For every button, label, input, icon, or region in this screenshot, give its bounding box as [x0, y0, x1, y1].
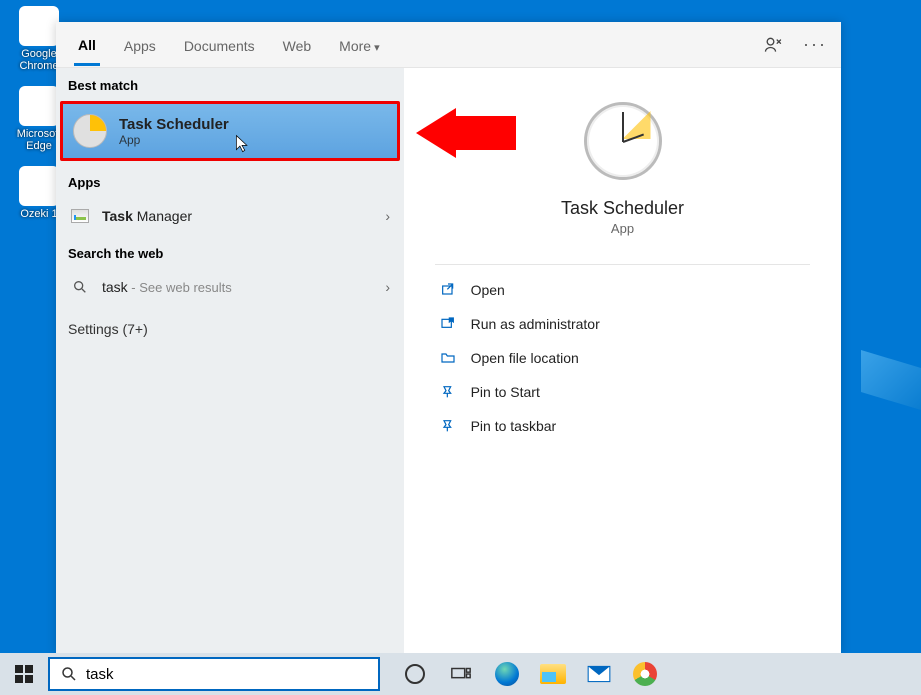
edge-icon — [19, 86, 59, 126]
cortana-icon — [405, 664, 425, 684]
action-pin-taskbar[interactable]: Pin to taskbar — [435, 409, 811, 443]
taskbar-app-explorer[interactable] — [530, 653, 576, 695]
action-label: Open file location — [471, 350, 579, 366]
taskbar-app-edge[interactable] — [484, 653, 530, 695]
edge-icon — [495, 662, 519, 686]
settings-results-label[interactable]: Settings (7+) — [56, 307, 404, 351]
chevron-right-icon: › — [385, 279, 390, 295]
search-web-label: Search the web — [56, 236, 404, 267]
task-scheduler-large-icon — [584, 102, 662, 180]
folder-icon — [540, 664, 566, 684]
action-open-location[interactable]: Open file location — [435, 341, 811, 375]
action-pin-start[interactable]: Pin to Start — [435, 375, 811, 409]
chevron-right-icon: › — [385, 208, 390, 224]
tab-apps[interactable]: Apps — [120, 26, 160, 64]
mail-icon — [586, 661, 612, 687]
search-icon — [70, 277, 90, 297]
chrome-icon — [633, 662, 657, 686]
annotation-arrow-icon — [416, 108, 516, 158]
best-match-title: Task Scheduler — [119, 116, 229, 133]
tab-all[interactable]: All — [74, 25, 100, 66]
action-open[interactable]: Open — [435, 273, 811, 307]
task-manager-icon — [70, 206, 90, 226]
start-button[interactable] — [0, 653, 48, 695]
result-task-manager[interactable]: Task Manager › — [56, 196, 404, 236]
action-label: Open — [471, 282, 505, 298]
mouse-cursor-icon — [235, 134, 249, 154]
folder-icon — [439, 349, 457, 367]
options-icon[interactable]: ··· — [803, 34, 823, 55]
action-label: Run as administrator — [471, 316, 600, 332]
preview-subtype: App — [611, 221, 634, 236]
best-match-label: Best match — [56, 68, 404, 99]
feedback-icon[interactable] — [763, 35, 783, 55]
result-web-search[interactable]: task - See web results › — [56, 267, 404, 307]
tab-documents[interactable]: Documents — [180, 26, 259, 64]
task-view-icon — [450, 663, 472, 685]
taskbar-search-box[interactable] — [48, 657, 380, 691]
preview-title: Task Scheduler — [561, 198, 684, 219]
divider — [435, 264, 811, 265]
web-search-term: task — [102, 279, 128, 295]
results-column: Best match Task Scheduler App Apps Task … — [56, 68, 404, 654]
chrome-icon — [19, 6, 59, 46]
open-icon — [439, 281, 457, 299]
task-scheduler-icon — [73, 114, 107, 148]
best-match-subtype: App — [119, 133, 229, 147]
task-view-button[interactable] — [438, 653, 484, 695]
taskbar — [0, 653, 921, 695]
search-tabs: All Apps Documents Web More ··· — [56, 22, 841, 68]
tab-more[interactable]: More — [335, 26, 383, 64]
action-label: Pin to taskbar — [471, 418, 557, 434]
best-match-task-scheduler[interactable]: Task Scheduler App — [60, 101, 400, 161]
apps-label: Apps — [56, 165, 404, 196]
cortana-button[interactable] — [392, 653, 438, 695]
calendar-icon — [19, 166, 59, 206]
pin-icon — [439, 417, 457, 435]
search-input[interactable] — [86, 666, 368, 683]
taskbar-app-chrome[interactable] — [622, 653, 668, 695]
windows-logo-icon — [15, 665, 33, 683]
decorative-tile — [861, 350, 921, 410]
action-run-admin[interactable]: Run as administrator — [435, 307, 811, 341]
search-icon — [60, 665, 78, 683]
tab-web[interactable]: Web — [279, 26, 316, 64]
pin-icon — [439, 383, 457, 401]
shield-icon — [439, 315, 457, 333]
taskbar-app-mail[interactable] — [576, 653, 622, 695]
action-label: Pin to Start — [471, 384, 540, 400]
web-search-hint: - See web results — [128, 280, 232, 295]
